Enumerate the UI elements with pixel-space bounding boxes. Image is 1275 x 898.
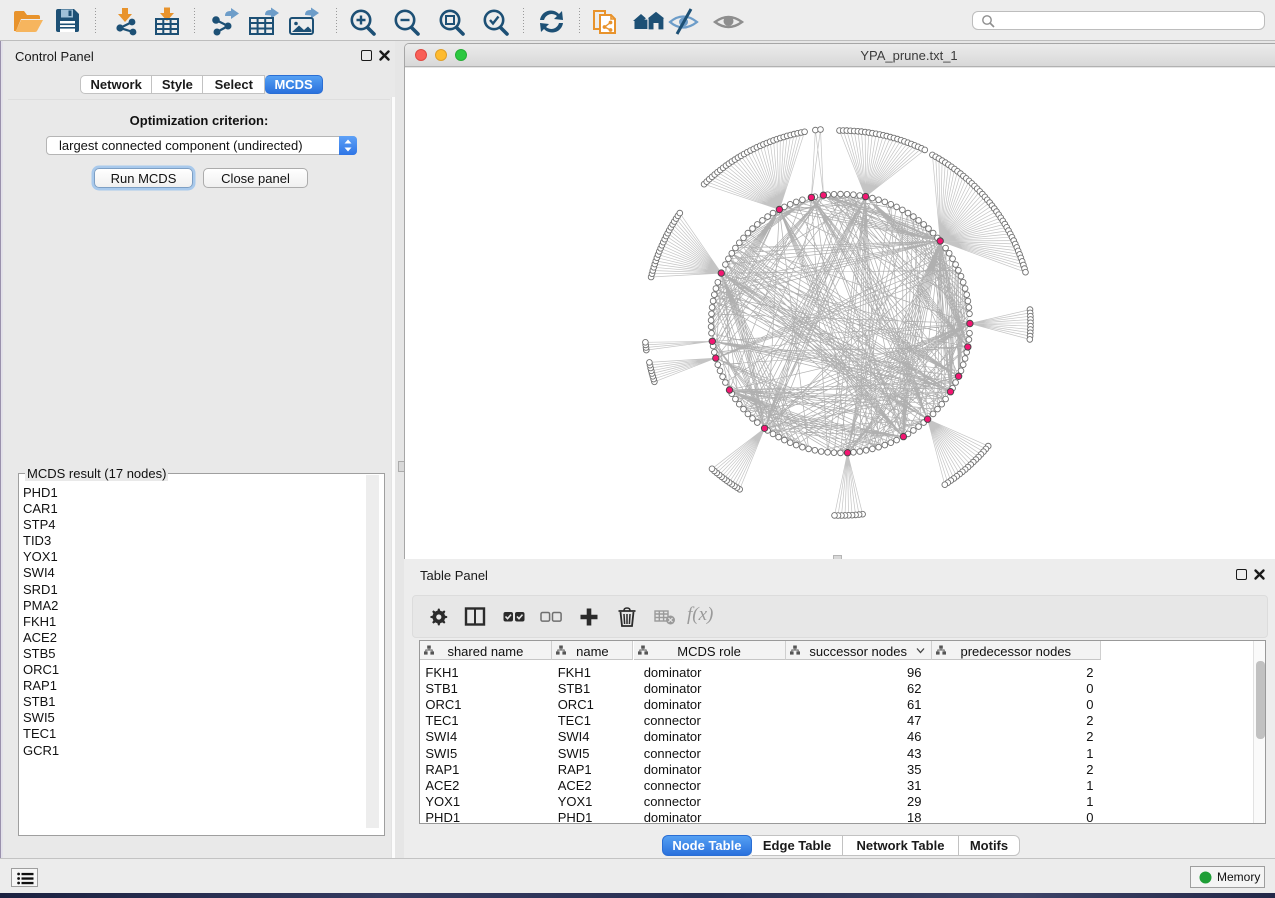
svg-text:f(x): f(x): [687, 604, 713, 625]
